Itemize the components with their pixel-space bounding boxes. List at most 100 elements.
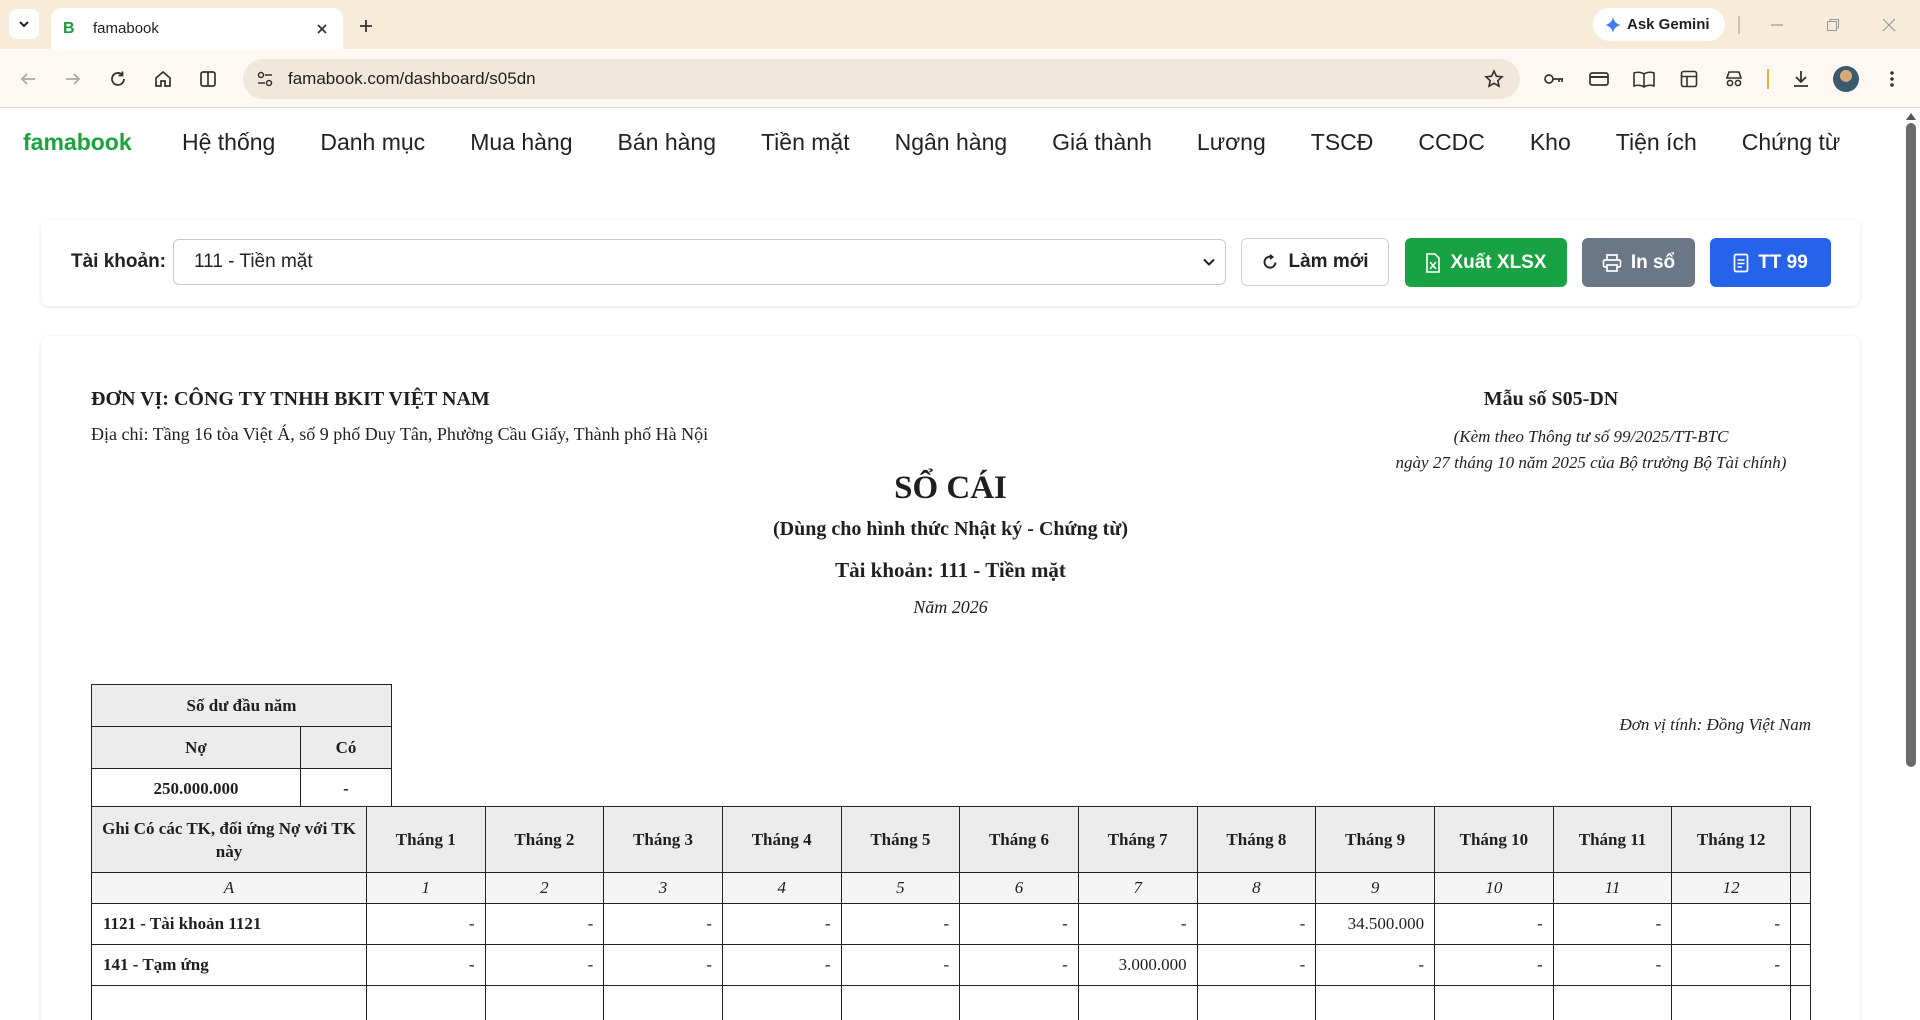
ledger-value-cell [1789,985,1811,1020]
ledger-month-header: Tháng 3 [603,806,723,873]
ledger-value-cell [1196,985,1317,1020]
menu-item[interactable]: Kho [1530,129,1571,156]
home-button[interactable] [149,65,177,93]
browser-tab-active[interactable]: B famabook [51,8,343,49]
ledger-value-cell: - [603,944,723,986]
payment-card-icon[interactable] [1585,65,1613,93]
ledger-month-header: Tháng 11 [1552,806,1673,873]
print-ledger-button[interactable]: In sổ [1582,238,1695,287]
scroll-up-arrow-icon[interactable] [1904,111,1918,121]
minimize-button[interactable] [1764,12,1790,38]
ledger-value-cell [1671,985,1791,1020]
window-close-button[interactable] [1876,12,1902,38]
back-button[interactable] [14,65,42,93]
ledger-table-scroll[interactable]: Ghi Có các TK, đối ứng Nợ với TK này Thán… [91,806,1811,1020]
profile-avatar[interactable] [1833,66,1859,92]
ledger-month-header: Tháng 8 [1196,806,1317,873]
opening-balance-table: Số dư đầu năm Nợ Có 250.000.000 - [91,684,392,810]
menu-item[interactable]: Hệ thống [182,129,275,156]
plus-icon [360,20,372,32]
download-icon[interactable] [1787,65,1815,93]
ledger-value-cell: - [365,903,486,945]
table-layout-icon[interactable] [1675,65,1703,93]
ledger-index-cell: 3 [603,872,723,904]
menu-item[interactable]: Bán hàng [618,129,716,156]
print-label: In sổ [1630,251,1676,273]
ledger-index-cell: 5 [840,872,961,904]
ledger-month-header: Tháng 7 [1077,806,1198,873]
main-menu: Hệ thống Danh mục Mua hàng Bán hàng Tiền mặt… [182,129,1885,156]
ledger-value-cell: - [959,903,1079,945]
ledger-index-cell: 9 [1315,872,1436,904]
password-key-icon[interactable] [1540,65,1568,93]
gemini-sparkle-icon [1605,16,1621,33]
split-view-button[interactable] [194,65,222,93]
url-text: famabook.com/dashboard/s05dn [288,69,536,88]
account-select-value: 111 - Tiền mặt [194,251,313,272]
reading-mode-icon[interactable] [1630,65,1658,93]
ledger-value-cell [91,985,367,1020]
menu-item[interactable]: TSCĐ [1311,129,1374,156]
divider [1767,69,1769,89]
ledger-value-cell: - [1434,903,1554,945]
scrollbar-thumb[interactable] [1906,123,1916,767]
ledger-index-cell: 6 [959,872,1079,904]
opening-credit-value: - [300,768,392,810]
refresh-button[interactable]: Làm mới [1241,238,1389,286]
form-code: Mẫu số S05-DN [1483,388,1619,410]
ledger-index-cell: 8 [1196,872,1317,904]
menu-item[interactable]: Giá thành [1052,129,1152,156]
opening-debit-value: 250.000.000 [91,768,301,810]
menu-item[interactable]: Lương [1197,129,1266,156]
menu-item[interactable]: Ngân hàng [895,129,1008,156]
unit-address: Địa chỉ: Tầng 16 tòa Việt Á, số 9 phố Du… [91,424,709,444]
ledger-table: Ghi Có các TK, đối ứng Nợ với TK này Thán… [91,806,1811,1020]
menu-item[interactable]: Chứng từ [1742,129,1841,156]
ledger-value-cell: - [1552,903,1673,945]
tt99-button[interactable]: TT 99 [1710,238,1831,287]
menu-item[interactable]: Tiền mặt [761,129,850,156]
close-icon[interactable] [313,20,331,38]
address-bar[interactable]: famabook.com/dashboard/s05dn [243,59,1520,99]
menu-item[interactable]: Tiện ích [1616,129,1697,156]
bookmark-star-icon[interactable] [1482,67,1506,91]
ledger-index-cell: 11 [1552,872,1673,904]
menu-item[interactable]: Mua hàng [470,129,572,156]
more-menu-icon[interactable] [1878,65,1906,93]
document-title: SỔ CÁI [894,470,1007,506]
ledger-index-cell: 7 [1077,872,1198,904]
forward-button[interactable] [59,65,87,93]
ledger-account-cell: 141 - Tạm ứng [91,944,367,986]
restore-button[interactable] [1820,12,1846,38]
tt99-label: TT 99 [1758,251,1808,273]
ledger-index-cell: 10 [1434,872,1554,904]
form-note-line-1: (Kèm theo Thông tư số 99/2025/TT-BTC [1453,427,1729,446]
export-xlsx-button[interactable]: Xuất XLSX [1405,238,1567,287]
ledger-value-cell: - [1671,903,1791,945]
printer-icon [1602,253,1622,272]
ledger-month-header: Tháng 5 [840,806,961,873]
account-select[interactable]: 111 - Tiền mặt [173,239,1226,285]
incognito-icon[interactable] [1720,65,1748,93]
ledger-value-cell [1315,985,1436,1020]
page-content: famabook Hệ thống Danh mục Mua hàng Bán hàn… [0,109,1920,1020]
ask-gemini-button[interactable]: Ask Gemini [1593,8,1725,41]
tab-search-button[interactable] [9,9,39,39]
ledger-month-header: Tháng 4 [721,806,842,873]
reload-button[interactable] [104,65,132,93]
site-info-icon[interactable] [253,67,277,91]
gemini-label: Ask Gemini [1627,16,1710,33]
menu-item[interactable]: Danh mục [320,129,425,156]
new-tab-button[interactable] [352,12,380,40]
ledger-value-cell [1077,985,1198,1020]
divider [1738,16,1740,34]
document-account: Tài khoản: 111 - Tiền mặt [835,558,1066,582]
ledger-value-cell: - [1671,944,1791,986]
ledger-month-header: Tháng 10 [1434,806,1554,873]
menu-item[interactable]: CCDC [1418,129,1484,156]
refresh-icon [1264,254,1277,269]
debit-header: Nợ [91,726,301,769]
brand-logo[interactable]: famabook [23,129,132,156]
ledger-value-cell [603,985,723,1020]
table-row: 1121 - Tài khoản 1121- - - - - - - -34.500.000-… [91,903,1811,945]
